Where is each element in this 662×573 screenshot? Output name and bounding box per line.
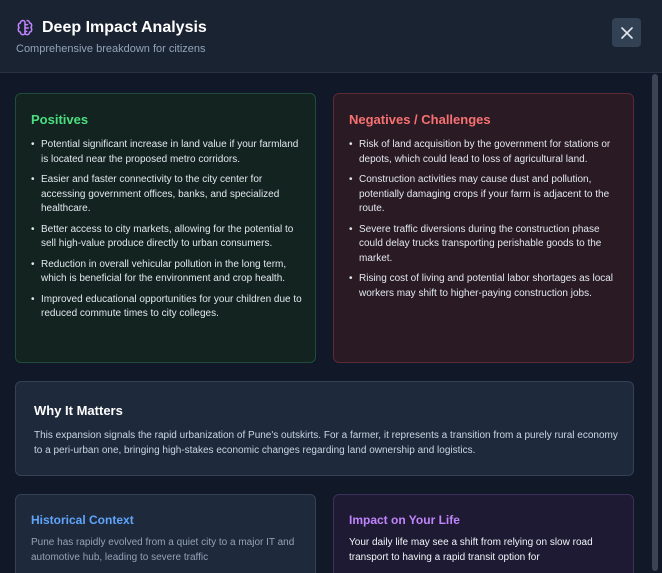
scrollbar-thumb[interactable] bbox=[652, 74, 658, 571]
list-item: Risk of land acquisition by the governme… bbox=[349, 138, 624, 167]
why-text: This expansion signals the rapid urbaniz… bbox=[34, 430, 618, 456]
modal-title: Deep Impact Analysis bbox=[42, 19, 207, 36]
close-button[interactable] bbox=[612, 18, 641, 47]
modal-subtitle: Comprehensive breakdown for citizens bbox=[16, 43, 206, 55]
impact-title: Impact on Your Life bbox=[349, 513, 460, 527]
list-item: Better access to city markets, allowing … bbox=[31, 223, 306, 252]
modal-header: Deep Impact Analysis Comprehensive break… bbox=[0, 0, 662, 73]
list-item: Rising cost of living and potential labo… bbox=[349, 272, 624, 301]
historical-title: Historical Context bbox=[31, 513, 134, 527]
list-item: Potential significant increase in land v… bbox=[31, 138, 306, 167]
list-item: Reduction in overall vehicular pollution… bbox=[31, 258, 306, 287]
why-it-matters-card: Why It Matters This expansion signals th… bbox=[15, 381, 634, 476]
historical-context-card: Historical Context Pune has rapidly evol… bbox=[15, 494, 316, 573]
impact-text: Your daily life may see a shift from rel… bbox=[349, 537, 593, 563]
negatives-card: Negatives / Challenges Risk of land acqu… bbox=[333, 93, 634, 363]
list-item: Construction activities may cause dust a… bbox=[349, 173, 624, 217]
negatives-title: Negatives / Challenges bbox=[349, 112, 491, 127]
close-icon bbox=[620, 26, 633, 39]
positives-card: Positives Potential significant increase… bbox=[15, 93, 316, 363]
list-item: Improved educational opportunities for y… bbox=[31, 293, 306, 322]
positives-title: Positives bbox=[31, 112, 89, 127]
why-title: Why It Matters bbox=[34, 403, 123, 418]
list-item: Severe traffic diversions during the con… bbox=[349, 223, 624, 267]
historical-text: Pune has rapidly evolved from a quiet ci… bbox=[31, 537, 295, 563]
brain-icon bbox=[15, 18, 35, 38]
impact-analysis-modal: Deep Impact Analysis Comprehensive break… bbox=[0, 0, 662, 573]
negatives-list: Risk of land acquisition by the governme… bbox=[349, 138, 624, 307]
list-item: Easier and faster connectivity to the ci… bbox=[31, 173, 306, 217]
positives-list: Potential significant increase in land v… bbox=[31, 138, 306, 328]
impact-card: Impact on Your Life Your daily life may … bbox=[333, 494, 634, 573]
